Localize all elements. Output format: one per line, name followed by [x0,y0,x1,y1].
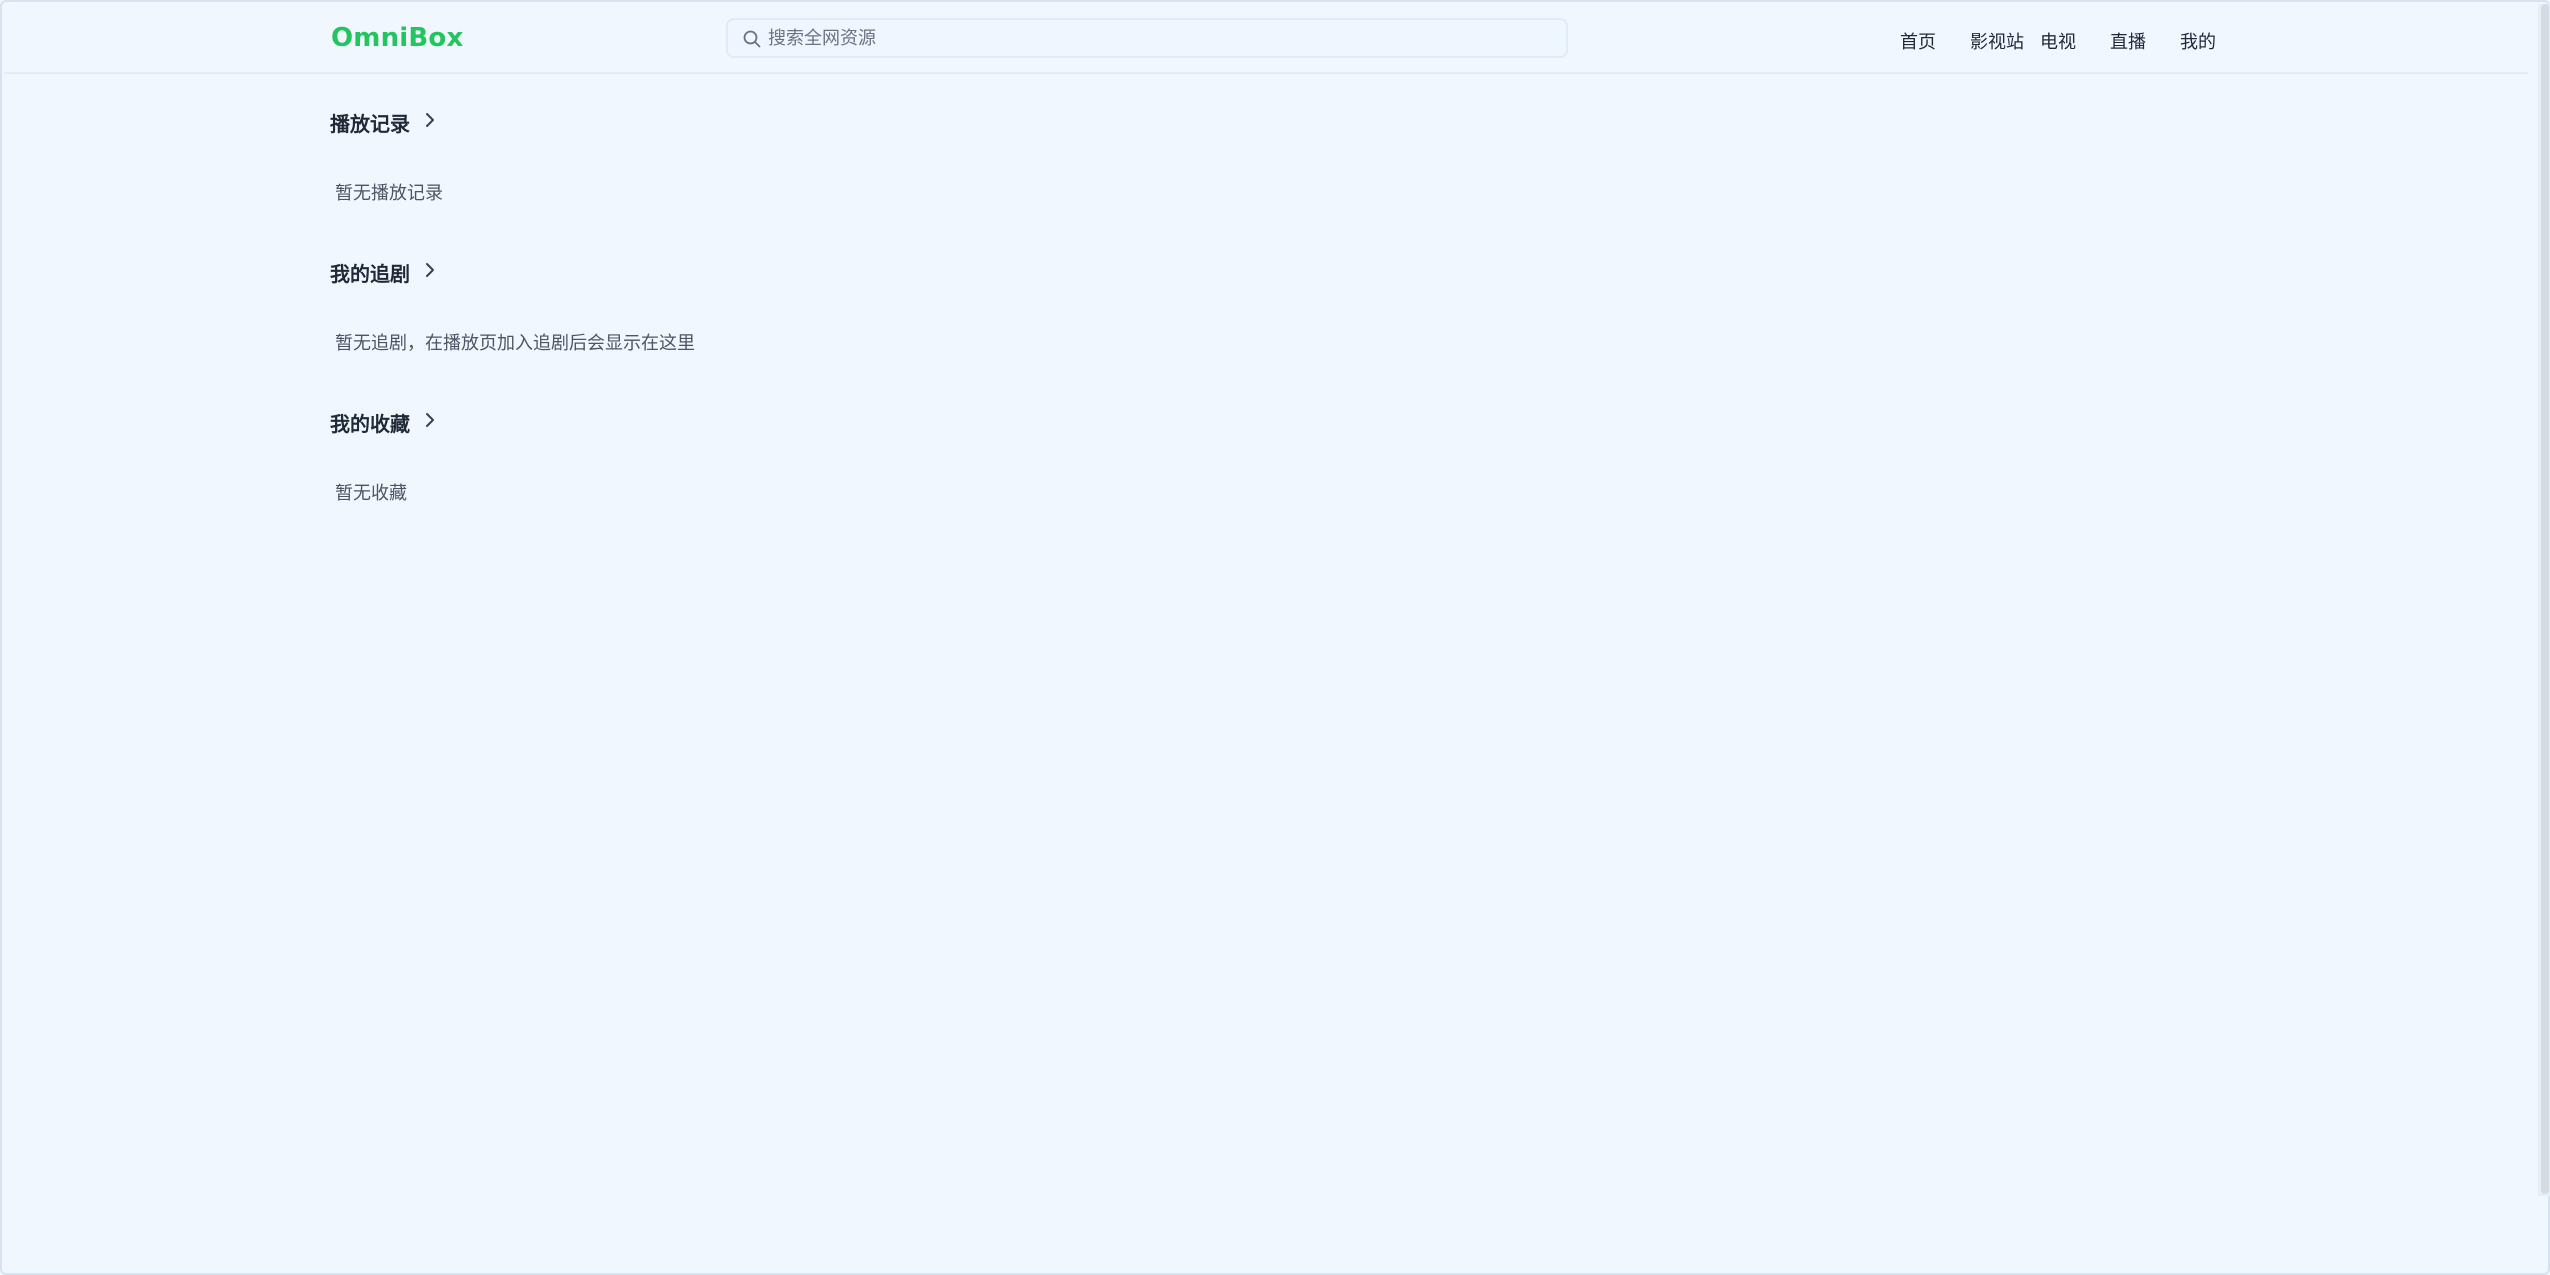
section-title-favorites[interactable]: 我的收藏 [330,408,410,437]
logo[interactable]: OmniBox [331,23,463,53]
nav-item-live[interactable]: 直播 [2110,28,2146,54]
search-input[interactable] [768,20,1558,56]
empty-history-text: 暂无播放记录 [335,183,443,204]
chevron-right-icon[interactable] [422,410,438,430]
nav-item-video-sites[interactable]: 影视站 [1970,28,2024,54]
section-title-following[interactable]: 我的追剧 [330,258,410,287]
nav-item-mine[interactable]: 我的 [2180,28,2216,54]
section-title-history[interactable]: 播放记录 [330,108,410,137]
scrollbar-thumb[interactable] [2541,4,2549,1194]
empty-following-text: 暂无追剧，在播放页加入追剧后会显示在这里 [335,333,695,354]
nav-item-home[interactable]: 首页 [1900,28,1936,54]
chevron-right-icon[interactable] [422,260,438,280]
chevron-right-icon[interactable] [422,110,438,130]
search-icon [743,30,761,48]
top-header: OmniBox 首页 影视站 电视 直播 我的 [4,4,2528,74]
app-window: OmniBox 首页 影视站 电视 直播 我的 播放记录 暂无播放记录 我的追剧… [0,0,2550,1275]
empty-favorites-text: 暂无收藏 [335,483,407,504]
nav-item-tv[interactable]: 电视 [2040,28,2076,54]
search-box[interactable] [726,18,1568,58]
